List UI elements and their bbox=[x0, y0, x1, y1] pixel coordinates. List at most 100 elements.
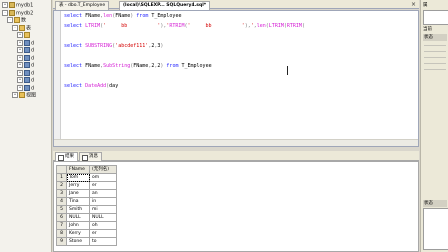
tab-table-employee[interactable]: 表 - dbo.T_Employee bbox=[55, 1, 110, 10]
database-icon bbox=[9, 2, 15, 8]
expand-icon[interactable]: + bbox=[17, 77, 23, 83]
tree-item-label: d bbox=[31, 40, 35, 46]
close-icon[interactable]: × bbox=[411, 1, 416, 8]
grid-corner bbox=[56, 165, 67, 174]
table-icon bbox=[24, 54, 30, 61]
code-token: len bbox=[103, 13, 113, 19]
code-token: FName bbox=[85, 63, 101, 69]
tab-messages[interactable]: 消息 bbox=[79, 152, 102, 161]
row-number[interactable]: 1 bbox=[56, 173, 67, 182]
tab-sql-query[interactable]: (local)\SQLEXP... SQLQuery4.sql* bbox=[119, 1, 211, 10]
cell-substring[interactable]: er bbox=[89, 181, 117, 190]
tree-item-label: d bbox=[31, 85, 35, 91]
cell-fname[interactable]: Tina bbox=[66, 197, 90, 206]
cell-substring[interactable]: mi bbox=[89, 205, 117, 214]
expand-icon[interactable]: + bbox=[17, 39, 23, 46]
expand-icon[interactable]: + bbox=[2, 2, 8, 8]
tree-item[interactable]: + d bbox=[0, 47, 34, 54]
table-row[interactable]: 1 Tom om bbox=[56, 173, 117, 182]
tree-item[interactable]: + d bbox=[0, 69, 34, 77]
table-row[interactable]: 3 Jane an bbox=[56, 189, 117, 198]
cell-substring[interactable]: to bbox=[89, 237, 117, 246]
expand-icon[interactable]: + bbox=[12, 92, 18, 98]
code-token: ( bbox=[301, 23, 305, 29]
tree-item[interactable]: + d bbox=[0, 84, 35, 92]
database-icon bbox=[9, 9, 15, 16]
tree-item-label: d bbox=[31, 47, 35, 54]
sql-editor[interactable]: select FName,len(FName) from T_Employee s… bbox=[53, 10, 419, 147]
cell-fname[interactable]: Tom bbox=[66, 173, 90, 182]
table-row[interactable]: 2 Jerry er bbox=[56, 181, 117, 190]
property-row bbox=[424, 45, 446, 46]
tree-item[interactable]: - mydb2 bbox=[0, 9, 33, 17]
code-token: from bbox=[166, 63, 182, 69]
cell-fname[interactable]: NULL bbox=[66, 213, 90, 222]
tree-item[interactable]: + 视图 bbox=[0, 92, 36, 99]
cell-fname[interactable]: Jane bbox=[66, 189, 90, 198]
tree-item[interactable]: + bbox=[0, 32, 31, 39]
expand-icon[interactable]: + bbox=[17, 54, 23, 61]
table-row[interactable]: 5 Smith mi bbox=[56, 205, 117, 214]
cell-fname[interactable]: Smith bbox=[66, 205, 90, 214]
tab-label: 消息 bbox=[89, 154, 98, 159]
code-token: SubString bbox=[103, 63, 131, 69]
cell-fname[interactable]: Stone bbox=[66, 237, 90, 246]
table-icon bbox=[24, 84, 30, 91]
cell-substring[interactable]: om bbox=[89, 173, 117, 182]
cell-fname[interactable]: John bbox=[66, 221, 90, 230]
row-number[interactable]: 5 bbox=[56, 205, 67, 214]
table-row[interactable]: 4 Tina in bbox=[56, 197, 117, 206]
row-number[interactable]: 8 bbox=[56, 229, 67, 238]
code-token: select bbox=[64, 43, 86, 49]
table-icon bbox=[24, 77, 30, 83]
horizontal-scrollbar[interactable] bbox=[54, 139, 418, 146]
expand-icon[interactable]: + bbox=[17, 69, 23, 76]
row-number[interactable]: 7 bbox=[56, 221, 67, 230]
cell-substring[interactable]: an bbox=[89, 189, 117, 198]
tree-item[interactable]: + mydb1 bbox=[0, 2, 33, 9]
properties-panel: 属 当前 状态 状态 bbox=[420, 0, 448, 252]
expand-icon[interactable]: + bbox=[17, 84, 23, 91]
cell-fname[interactable]: Kerry bbox=[66, 229, 90, 238]
tree-item[interactable]: + d bbox=[0, 62, 34, 69]
row-number[interactable]: 6 bbox=[56, 213, 67, 222]
code-token: select bbox=[64, 23, 86, 29]
code-token: ) bbox=[160, 43, 164, 49]
cell-fname[interactable]: Jerry bbox=[66, 181, 90, 190]
row-number[interactable]: 9 bbox=[56, 237, 67, 246]
status-footer[interactable]: 状态 bbox=[423, 200, 447, 207]
tab-results[interactable]: 结果 bbox=[55, 152, 78, 161]
tree-item[interactable]: + d bbox=[0, 39, 35, 47]
status-header[interactable]: 状态 bbox=[423, 34, 447, 41]
cell-substring[interactable]: in bbox=[89, 197, 117, 206]
expand-icon[interactable]: + bbox=[17, 32, 23, 38]
collapse-icon[interactable]: - bbox=[12, 24, 18, 31]
table-row[interactable]: 6 NULL NULL bbox=[56, 213, 117, 222]
cell-substring[interactable]: NULL bbox=[89, 213, 117, 222]
expand-icon[interactable]: + bbox=[17, 62, 23, 68]
table-icon bbox=[24, 39, 30, 46]
cell-substring[interactable]: er bbox=[89, 229, 117, 238]
table-row[interactable]: 9 Stone to bbox=[56, 237, 117, 246]
tree-item[interactable]: -表 bbox=[0, 24, 31, 32]
collapse-icon[interactable]: - bbox=[2, 9, 8, 16]
table-row[interactable]: 7 John oh bbox=[56, 221, 117, 230]
column-header[interactable]: (无列名) bbox=[89, 165, 117, 174]
tree-item[interactable]: + d bbox=[0, 77, 34, 84]
code-token: select bbox=[64, 63, 86, 69]
table-icon bbox=[24, 47, 30, 53]
properties-title: 属 bbox=[423, 3, 428, 8]
table-row[interactable]: 8 Kerry er bbox=[56, 229, 117, 238]
row-number[interactable]: 4 bbox=[56, 197, 67, 206]
column-header[interactable]: FName bbox=[66, 165, 90, 174]
row-number[interactable]: 2 bbox=[56, 181, 67, 190]
code-token: 'abcdef111' bbox=[115, 43, 149, 49]
tab-label: 表 - dbo.T_Employee bbox=[59, 3, 106, 8]
tree-item[interactable]: + d bbox=[0, 54, 34, 62]
tree-item[interactable]: -数 bbox=[0, 17, 26, 24]
expand-icon[interactable]: + bbox=[17, 47, 23, 53]
row-number[interactable]: 3 bbox=[56, 189, 67, 198]
collapse-icon[interactable]: - bbox=[7, 17, 13, 23]
current-title: 当前 bbox=[423, 27, 432, 32]
cell-substring[interactable]: oh bbox=[89, 221, 117, 230]
